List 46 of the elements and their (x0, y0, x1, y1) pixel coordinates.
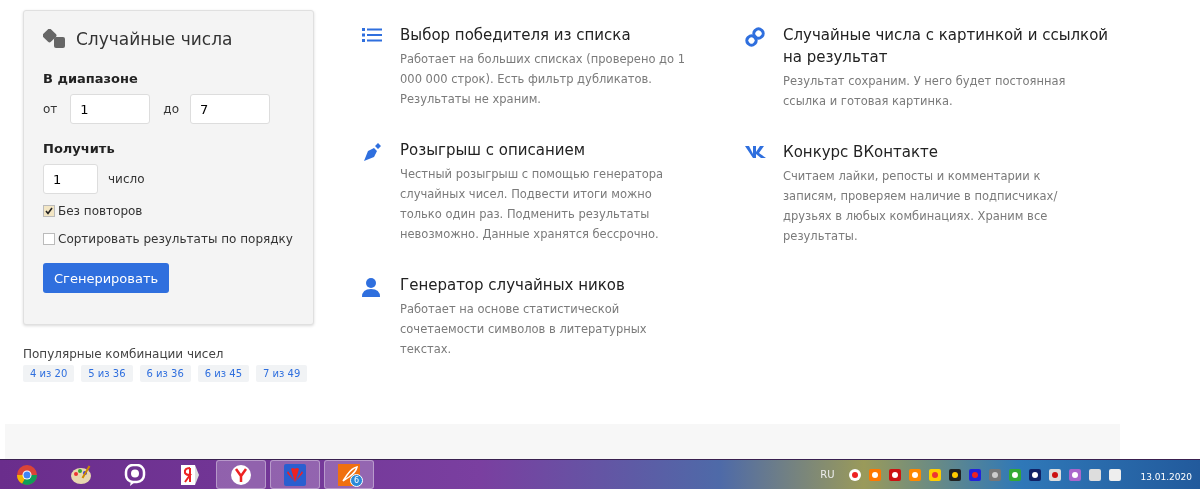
pen-icon (362, 142, 382, 162)
checkbox[interactable] (43, 233, 55, 245)
date-text[interactable]: 13.01.2020 (1140, 471, 1192, 482)
list-icon (362, 27, 382, 43)
feature-description: Результат сохраним. У него будет постоянная ссылка и готовая картинка. (783, 73, 1067, 110)
generate-button[interactable]: Сгенерировать (43, 263, 170, 293)
range-label: В диапазоне (43, 71, 139, 86)
feature-title[interactable]: Выбор победителя из списка (400, 24, 690, 46)
palette-icon[interactable] (70, 463, 92, 486)
combination-link[interactable]: 5 из 36 (81, 365, 133, 382)
feature-title[interactable]: Случайные числа с картинкой и ссылкой на результат (783, 24, 1128, 68)
y-circle-icon[interactable] (230, 463, 252, 486)
feature-description: Работает на основе статистической сочетаемости символов в литературных текстах. (400, 301, 648, 358)
count-badge: 6 (350, 474, 363, 487)
to-field[interactable]: 7 (190, 94, 270, 124)
phone-bubble-icon[interactable] (124, 463, 146, 486)
checkbox[interactable] (43, 205, 55, 217)
checkbox-label: Без повторов (58, 204, 143, 218)
feature-description: Честный розыгрыш с помощью генератора случайных чисел. Подвести итоги можно только один раз. Подменить результаты невозможно. Данные хранятся бессрочно. (400, 166, 665, 243)
dice-icon (43, 29, 67, 49)
feature-description: Считаем лайки, репосты и комментарии к записям, проверяем наличие в подписчиках/друзьях в любых комбинациях. Храним все результаты. (783, 168, 1059, 245)
link-icon (745, 27, 765, 47)
card-title: Случайные числа (76, 29, 233, 49)
chrome-icon[interactable] (16, 463, 38, 486)
feature-title[interactable]: Генератор случайных ников (400, 274, 690, 296)
count-unit: число (108, 172, 145, 186)
combination-link[interactable]: 6 из 45 (197, 365, 250, 382)
popular-title: Популярные комбинации чисел (23, 347, 225, 361)
taskbar-button[interactable] (216, 460, 266, 489)
feature-title[interactable]: Конкурс ВКонтакте (783, 141, 1073, 163)
combination-link[interactable]: 4 из 20 (23, 365, 75, 382)
from-label: от (43, 102, 58, 116)
combination-link[interactable]: 6 из 36 (139, 365, 191, 382)
combination-link[interactable]: 7 из 49 (256, 365, 308, 382)
to-label: до (163, 102, 179, 116)
count-label: Получить (43, 141, 116, 156)
vk-icon (745, 145, 767, 159)
letter-tile-icon[interactable] (178, 463, 200, 486)
taskbar-button[interactable] (270, 460, 320, 489)
checkbox-label: Сортировать результаты по порядку (58, 232, 293, 246)
taskbar-button[interactable]: 6 (324, 460, 374, 489)
person-icon (362, 277, 380, 297)
feature-title[interactable]: Розыгрыш с описанием (400, 139, 690, 161)
count-field[interactable]: 1 (43, 164, 98, 194)
feature-description: Работает на больших списках (проверено до 1 000 000 строк). Есть фильтр дубликатов. Результаты не храним. (400, 51, 687, 108)
from-field[interactable]: 1 (70, 94, 151, 124)
